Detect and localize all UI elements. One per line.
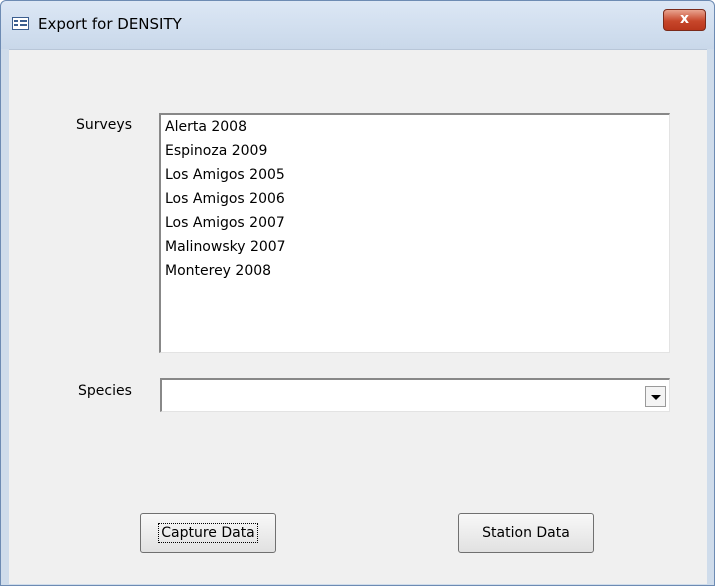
station-data-label: Station Data [482,525,570,541]
surveys-label: Surveys [76,117,132,133]
close-icon: x [679,11,690,27]
list-item[interactable]: Malinowsky 2007 [161,235,669,259]
chevron-down-icon[interactable] [645,386,666,407]
title-bar[interactable]: Export for DENSITY x [1,1,714,49]
species-label: Species [78,383,132,399]
list-item[interactable]: Los Amigos 2007 [161,211,669,235]
capture-data-button[interactable]: Capture Data [140,513,276,553]
list-item[interactable]: Alerta 2008 [161,115,669,139]
dialog-body: Surveys Alerta 2008 Espinoza 2009 Los Am… [9,49,707,584]
list-item[interactable]: Los Amigos 2006 [161,187,669,211]
list-item[interactable]: Los Amigos 2005 [161,163,669,187]
list-item[interactable]: Espinoza 2009 [161,139,669,163]
export-dialog: Export for DENSITY x Surveys Alerta 2008… [0,0,715,586]
station-data-button[interactable]: Station Data [458,513,594,553]
window-title: Export for DENSITY [38,15,182,33]
surveys-listbox[interactable]: Alerta 2008 Espinoza 2009 Los Amigos 200… [159,113,670,353]
close-button[interactable]: x [663,9,706,31]
capture-data-label: Capture Data [158,523,258,543]
species-combobox[interactable] [160,378,670,412]
form-window-icon [12,17,29,30]
list-item[interactable]: Monterey 2008 [161,259,669,283]
